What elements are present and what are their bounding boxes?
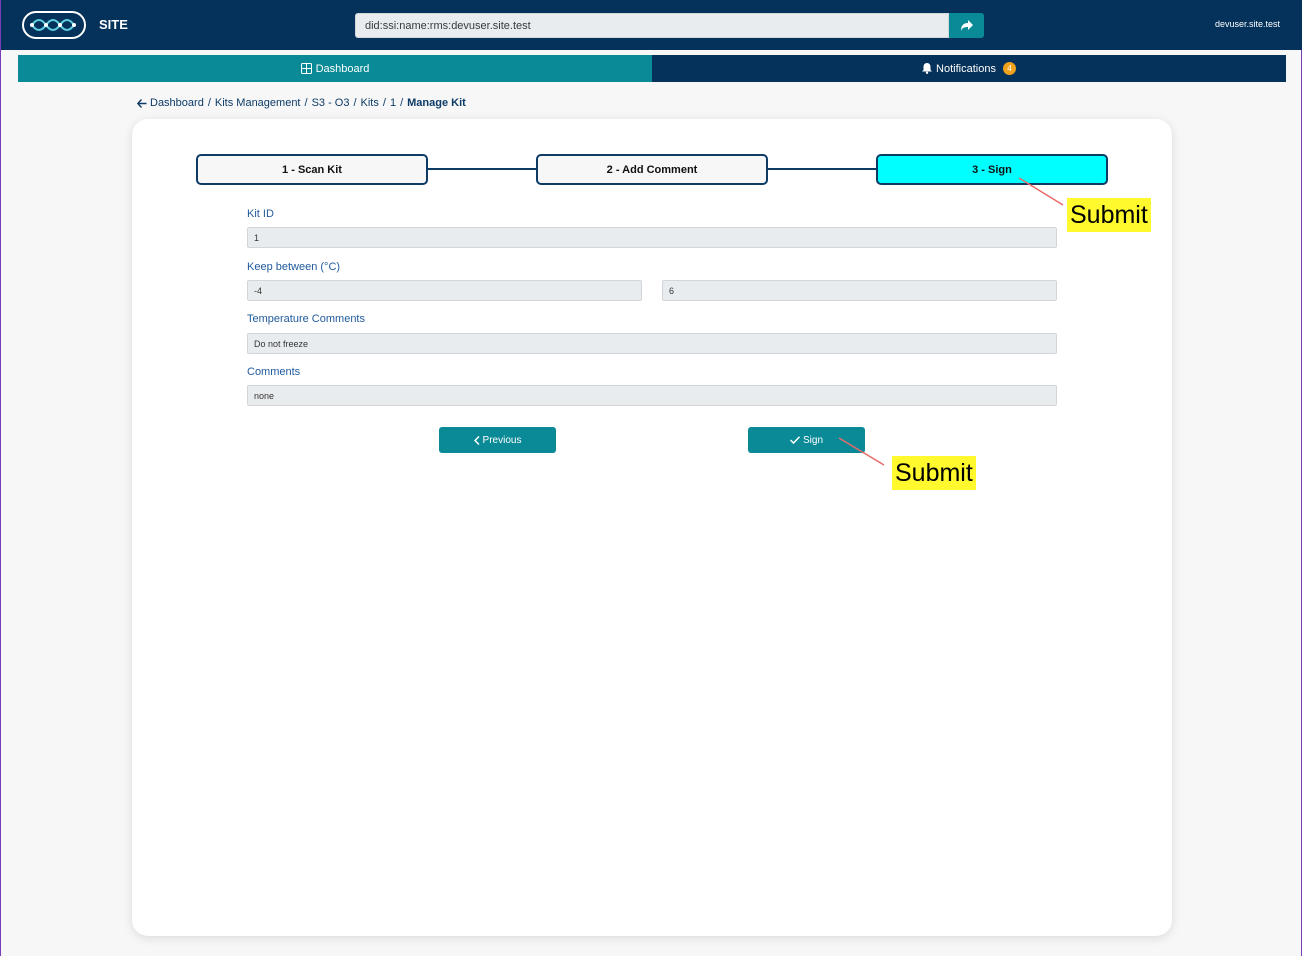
- breadcrumb-kits-management[interactable]: Kits Management: [215, 97, 301, 109]
- comments-field[interactable]: [247, 385, 1057, 406]
- top-header: SITE devuser.site.test: [1, 0, 1302, 50]
- temperature-comments-label: Temperature Comments: [247, 313, 365, 325]
- breadcrumb-separator: /: [400, 97, 404, 109]
- logo-icon[interactable]: [22, 10, 86, 40]
- kit-id-label: Kit ID: [247, 208, 274, 220]
- sign-button-label: Sign: [802, 434, 823, 446]
- check-icon: [789, 436, 800, 444]
- breadcrumb-separator: /: [207, 97, 211, 109]
- annotation-label: Submit: [892, 456, 976, 490]
- dashboard-icon: [300, 63, 312, 74]
- back-arrow-icon[interactable]: [137, 98, 147, 108]
- nav-dashboard-label: Dashboard: [315, 62, 370, 75]
- bell-icon: [922, 63, 933, 74]
- breadcrumb-kit-id[interactable]: 1: [390, 97, 396, 109]
- main-nav: Dashboard Notifications 4: [18, 55, 1286, 82]
- go-button[interactable]: [949, 13, 984, 38]
- nav-dashboard[interactable]: Dashboard: [18, 55, 652, 82]
- user-label[interactable]: devuser.site.test: [1215, 19, 1280, 29]
- notifications-badge: 4: [1002, 62, 1016, 75]
- keep-min-field[interactable]: [247, 280, 642, 301]
- sign-button[interactable]: Sign: [748, 427, 865, 453]
- breadcrumb-dashboard[interactable]: Dashboard: [150, 97, 204, 109]
- step-scan-kit[interactable]: 1 - Scan Kit: [196, 154, 428, 185]
- nav-notifications-label: Notifications: [936, 62, 996, 75]
- brand-name: SITE: [99, 17, 128, 32]
- did-input[interactable]: [355, 13, 949, 38]
- comments-label: Comments: [247, 366, 301, 378]
- breadcrumb-separator: /: [382, 97, 386, 109]
- keep-between-label: Keep between (°C): [247, 261, 341, 273]
- previous-button-label: Previous: [482, 434, 522, 446]
- kit-id-field[interactable]: [247, 227, 1057, 248]
- breadcrumb: Dashboard / Kits Management / S3 - O3 / …: [137, 97, 466, 109]
- stepper-connector: [428, 168, 536, 170]
- breadcrumb-kits[interactable]: Kits: [361, 97, 379, 109]
- chevron-left-icon: [473, 435, 480, 445]
- annotation-label: Submit: [1067, 198, 1151, 232]
- step-add-comment[interactable]: 2 - Add Comment: [536, 154, 768, 185]
- manage-kit-card: 1 - Scan Kit 2 - Add Comment 3 - Sign Ki…: [132, 119, 1172, 936]
- stepper-connector: [768, 168, 876, 170]
- breadcrumb-current: Manage Kit: [407, 97, 466, 109]
- keep-max-field[interactable]: [662, 280, 1057, 301]
- nav-notifications[interactable]: Notifications 4: [652, 55, 1286, 82]
- breadcrumb-separator: /: [353, 97, 357, 109]
- share-arrow-icon: [960, 20, 973, 31]
- temperature-comments-field[interactable]: [247, 333, 1057, 354]
- breadcrumb-separator: /: [304, 97, 308, 109]
- previous-button[interactable]: Previous: [439, 427, 556, 453]
- step-sign[interactable]: 3 - Sign: [876, 154, 1108, 185]
- breadcrumb-study[interactable]: S3 - O3: [312, 97, 350, 109]
